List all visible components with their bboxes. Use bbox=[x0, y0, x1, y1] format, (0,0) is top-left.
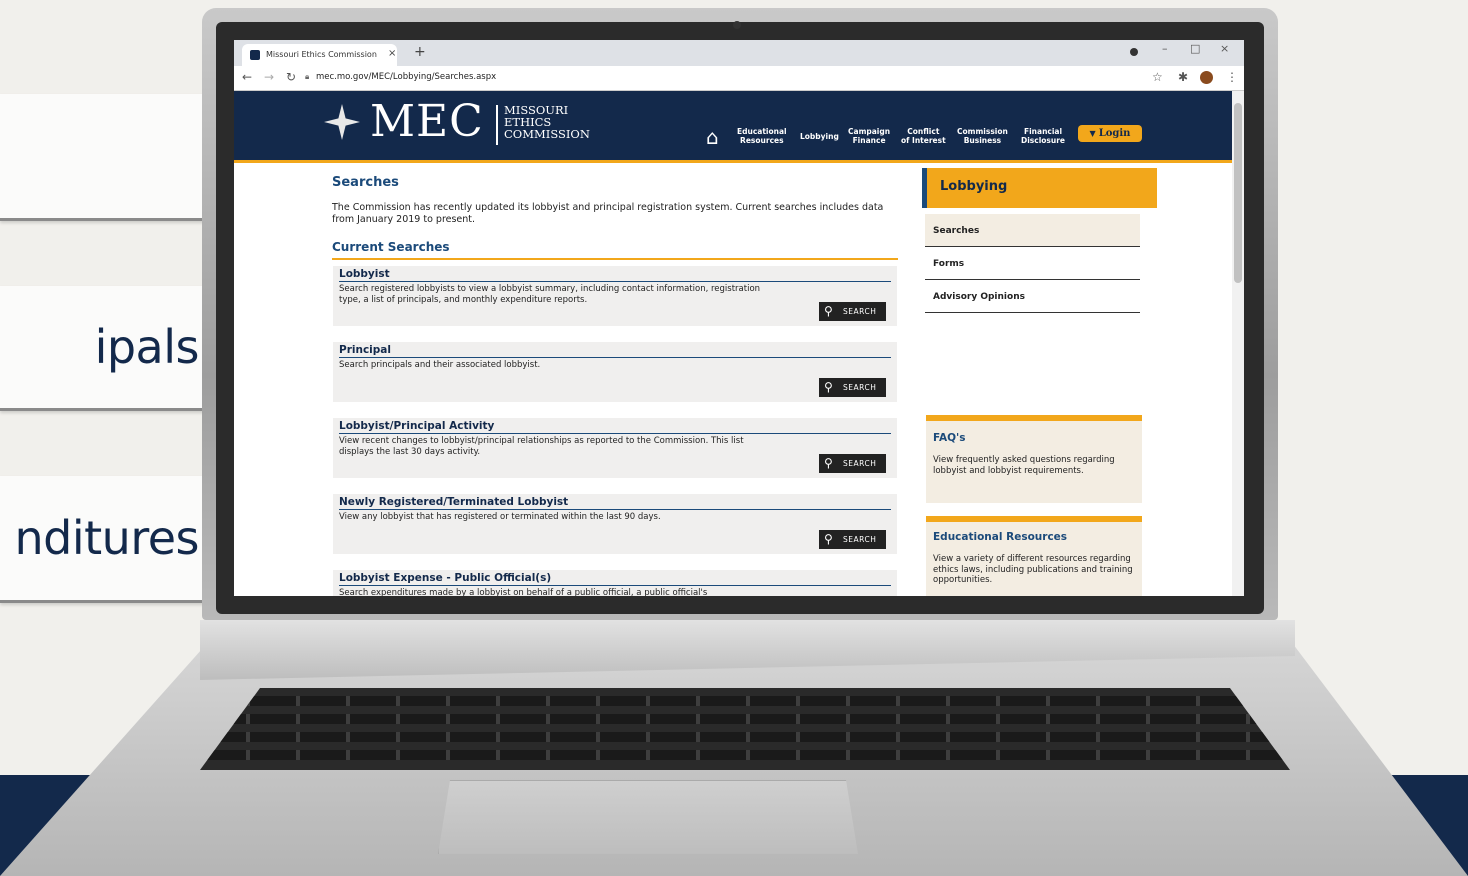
nav-educational-resources[interactable]: Educational Resources bbox=[737, 127, 787, 145]
tab-title: Missouri Ethics Commission bbox=[266, 50, 377, 59]
tab-close-icon[interactable]: × bbox=[388, 48, 396, 59]
scrollbar-thumb[interactable] bbox=[1234, 103, 1242, 283]
slide-panel-label: ipals bbox=[94, 320, 200, 374]
current-searches-heading: Current Searches bbox=[332, 240, 898, 260]
faq-box: FAQ's View frequently asked questions re… bbox=[926, 415, 1142, 503]
page-content: MEC MISSOURI ETHICS COMMISSION ⌂ Educati… bbox=[234, 91, 1232, 596]
nav-conflict-of-interest[interactable]: Conflict of Interest bbox=[901, 127, 946, 145]
card-title: Lobbyist bbox=[339, 268, 891, 282]
close-window-button[interactable]: × bbox=[1220, 42, 1229, 55]
address-bar: ← → ↻ 🔒︎ mec.mo.gov/MEC/Lobbying/Searche… bbox=[234, 66, 1244, 91]
sidebar-heading: Lobbying bbox=[922, 168, 1157, 208]
slide-panel-1 bbox=[0, 94, 205, 221]
faq-title[interactable]: FAQ's bbox=[933, 432, 965, 444]
slide-panel-expenditures: nditures bbox=[0, 476, 205, 603]
slide-panel-label: nditures bbox=[14, 511, 200, 565]
card-desc: Search expenditures made by a lobbyist o… bbox=[339, 588, 708, 596]
bookmark-star-icon[interactable]: ☆ bbox=[1152, 70, 1163, 84]
search-button[interactable]: ⚲ SEARCH bbox=[819, 530, 886, 549]
card-desc: Search registered lobbyists to view a lo… bbox=[339, 284, 761, 305]
search-icon: ⚲ bbox=[824, 456, 834, 470]
record-icon[interactable] bbox=[1130, 48, 1138, 56]
card-title: Lobbyist Expense - Public Official(s) bbox=[339, 572, 891, 586]
tab-bar: Missouri Ethics Commission × + – □ × bbox=[234, 40, 1244, 66]
search-icon: ⚲ bbox=[824, 380, 834, 394]
search-card-newly-registered: Newly Registered/Terminated Lobbyist Vie… bbox=[333, 494, 897, 554]
card-desc: View recent changes to lobbyist/principa… bbox=[339, 436, 744, 457]
home-icon[interactable]: ⌂ bbox=[706, 125, 719, 149]
search-button[interactable]: ⚲ SEARCH bbox=[819, 454, 886, 473]
slide-panel-principals: ipals bbox=[0, 286, 205, 411]
card-desc: View any lobbyist that has registered or… bbox=[339, 512, 661, 522]
educational-resources-title[interactable]: Educational Resources bbox=[933, 531, 1067, 543]
laptop-keyboard bbox=[200, 688, 1290, 770]
new-tab-icon[interactable]: + bbox=[414, 44, 426, 60]
lock-icon: 🔒︎ bbox=[305, 72, 310, 81]
sidebar-item-forms[interactable]: Forms bbox=[925, 247, 1140, 280]
page-title: Searches bbox=[332, 175, 399, 190]
forward-icon[interactable]: → bbox=[264, 70, 274, 84]
browser-tab[interactable]: Missouri Ethics Commission × bbox=[242, 44, 397, 66]
login-button[interactable]: ▼ Login bbox=[1078, 125, 1142, 142]
nav-campaign-finance[interactable]: Campaign Finance bbox=[848, 127, 890, 145]
caret-down-icon: ▼ bbox=[1089, 128, 1096, 138]
card-title: Newly Registered/Terminated Lobbyist bbox=[339, 496, 891, 510]
search-icon: ⚲ bbox=[824, 532, 834, 546]
search-icon: ⚲ bbox=[824, 304, 834, 318]
card-title: Principal bbox=[339, 344, 891, 358]
intro-text: The Commission has recently updated its … bbox=[332, 202, 884, 225]
logo-text: MISSOURI ETHICS COMMISSION bbox=[504, 103, 590, 141]
profile-avatar[interactable] bbox=[1200, 71, 1213, 84]
webcam bbox=[733, 21, 741, 29]
sidebar-item-searches[interactable]: Searches bbox=[925, 214, 1140, 247]
nav-lobbying[interactable]: Lobbying bbox=[800, 132, 839, 141]
nav-commission-business[interactable]: Commission Business bbox=[957, 127, 1008, 145]
search-button[interactable]: ⚲ SEARCH bbox=[819, 378, 886, 397]
search-button[interactable]: ⚲ SEARCH bbox=[819, 302, 886, 321]
reload-icon[interactable]: ↻ bbox=[286, 70, 296, 84]
search-card-lobbyist: Lobbyist Search registered lobbyists to … bbox=[333, 266, 897, 326]
faq-desc: View frequently asked questions regardin… bbox=[933, 455, 1115, 476]
maximize-button[interactable]: □ bbox=[1190, 42, 1200, 55]
logo-mec[interactable]: MEC bbox=[370, 96, 484, 147]
search-card-principal: Principal Search principals and their as… bbox=[333, 342, 897, 402]
url-field[interactable]: mec.mo.gov/MEC/Lobbying/Searches.aspx bbox=[316, 72, 496, 82]
search-card-expense: Lobbyist Expense - Public Official(s) Se… bbox=[333, 570, 897, 596]
card-desc: Search principals and their associated l… bbox=[339, 360, 541, 370]
laptop-trackpad bbox=[438, 780, 858, 854]
compass-star-icon bbox=[324, 104, 360, 140]
educational-resources-box: Educational Resources View a variety of … bbox=[926, 516, 1142, 596]
favicon-icon bbox=[250, 50, 260, 60]
minimize-button[interactable]: – bbox=[1162, 42, 1168, 55]
back-icon[interactable]: ← bbox=[242, 70, 252, 84]
extensions-icon[interactable]: ✱ bbox=[1178, 70, 1188, 84]
menu-kebab-icon[interactable]: ⋮ bbox=[1226, 70, 1238, 84]
sidebar-item-advisory-opinions[interactable]: Advisory Opinions bbox=[925, 280, 1140, 313]
site-header: MEC MISSOURI ETHICS COMMISSION ⌂ Educati… bbox=[234, 91, 1232, 163]
educational-resources-desc: View a variety of different resources re… bbox=[933, 554, 1133, 585]
nav-financial-disclosure[interactable]: Financial Disclosure bbox=[1021, 127, 1065, 145]
card-title: Lobbyist/Principal Activity bbox=[339, 420, 891, 434]
browser-window: Missouri Ethics Commission × + – □ × ← →… bbox=[234, 40, 1244, 596]
search-card-activity: Lobbyist/Principal Activity View recent … bbox=[333, 418, 897, 478]
